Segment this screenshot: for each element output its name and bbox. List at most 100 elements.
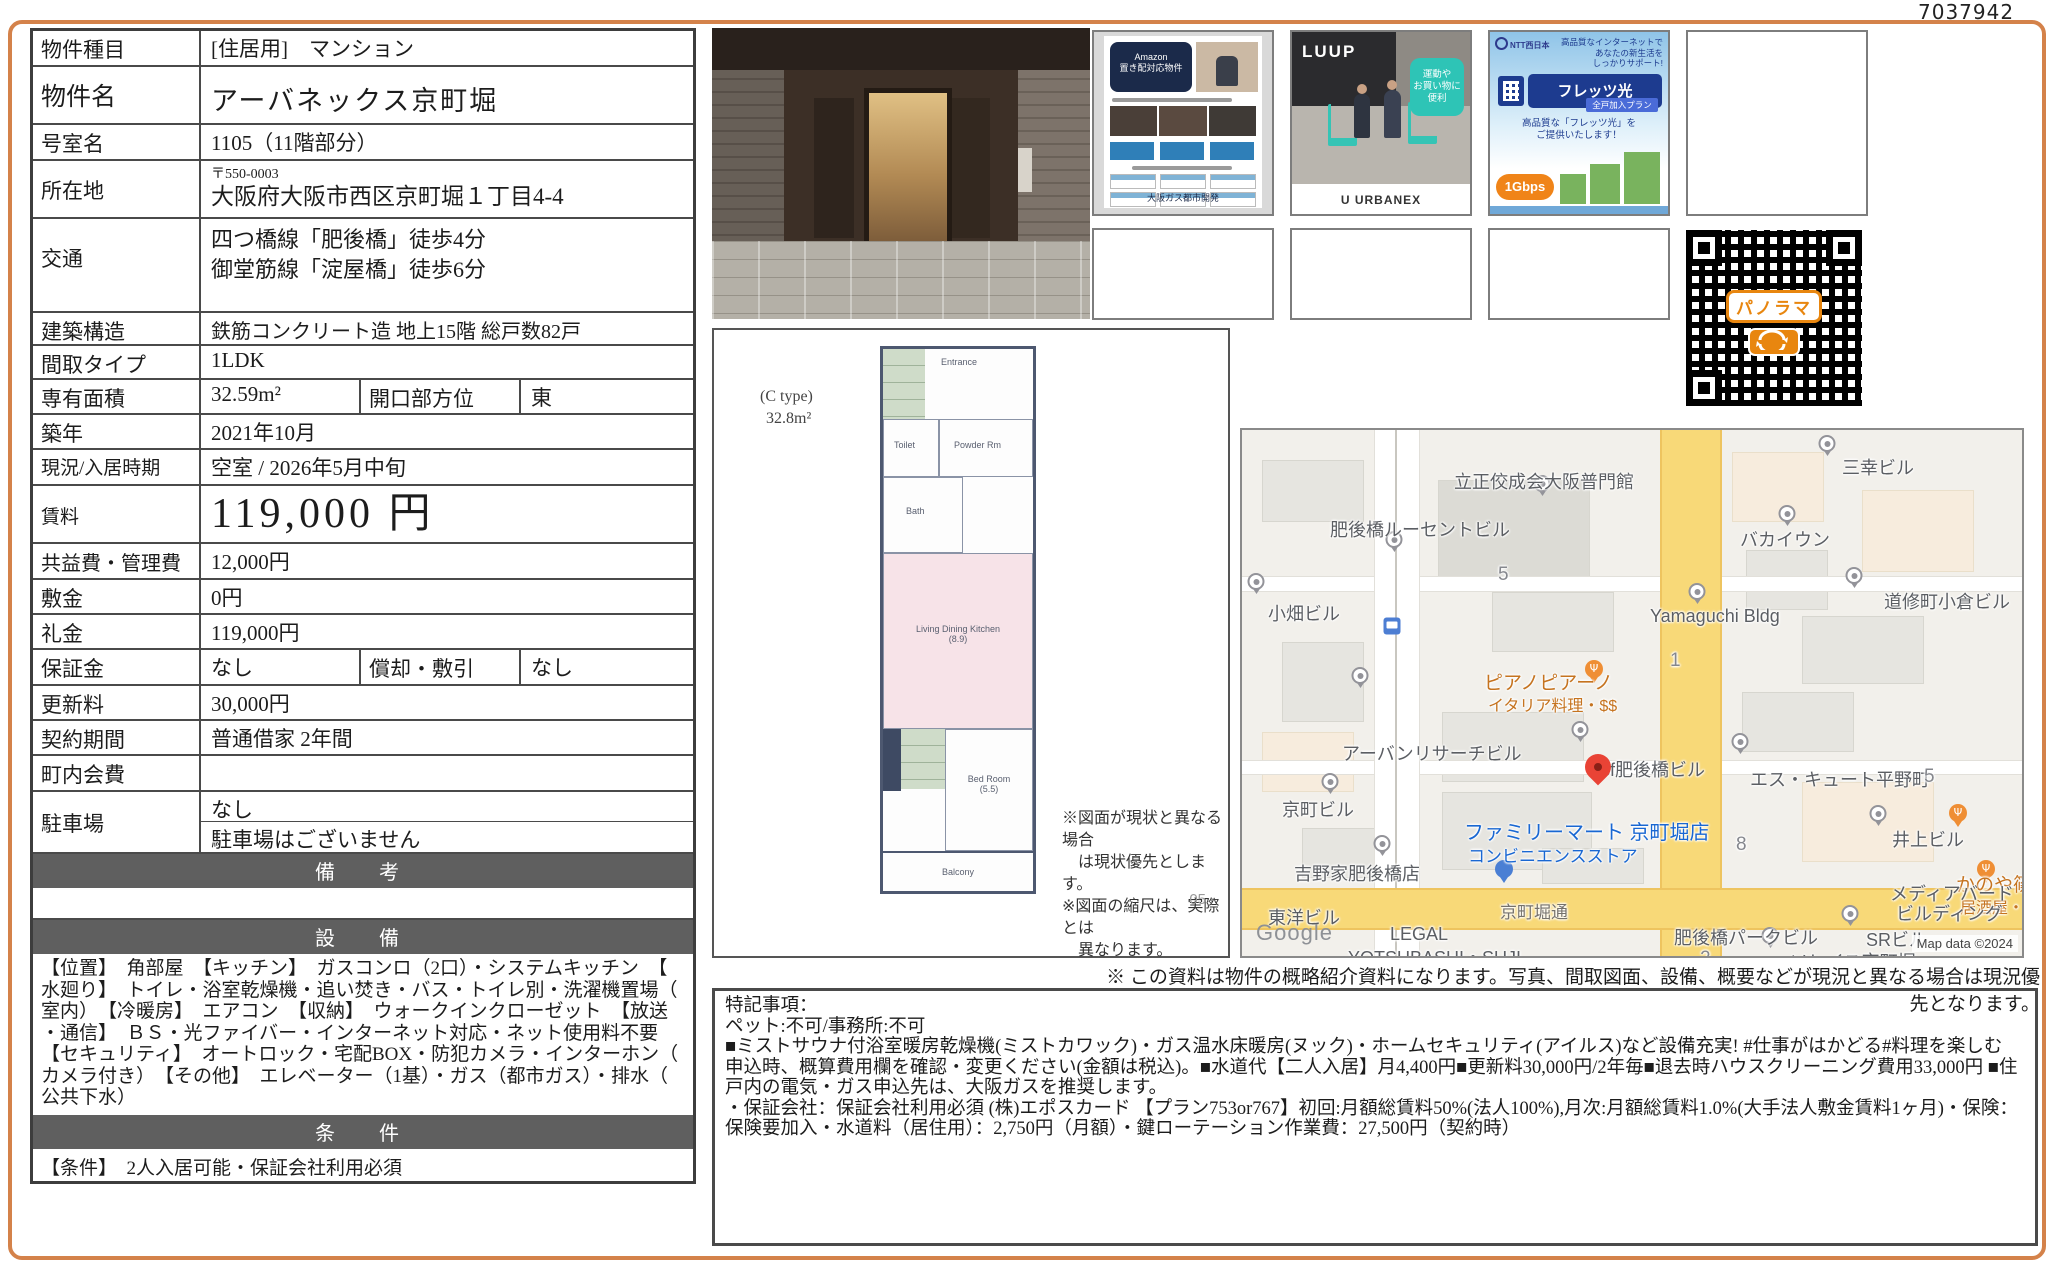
map-copyright: Map data ©2024 <box>1912 935 2018 952</box>
table-row: 間取タイプ 1LDK <box>33 344 693 378</box>
map-label: アーバンリサーチビル <box>1342 740 1522 766</box>
row-value: 1LDK <box>201 346 693 378</box>
row-value: 119,000円 <box>201 615 693 648</box>
row-label: 駐車場 <box>33 792 201 852</box>
row-label: 物件種目 <box>33 31 201 65</box>
table-row: 保証金 なし 償却・敷引 なし <box>33 648 693 684</box>
row-label: 契約期間 <box>33 721 201 754</box>
wall-sign <box>1018 148 1032 192</box>
row-label: 物件名 <box>33 67 201 123</box>
buildings-photo <box>1624 152 1660 204</box>
luup-speech-bubble: 運動や お買い物に 便利 <box>1410 58 1464 116</box>
access-line: 御堂筋線「淀屋橋」徒歩6分 <box>211 255 687 285</box>
map-label: 1 <box>1670 650 1681 672</box>
balcony: Balcony <box>883 851 1033 891</box>
row-value: 12,000円 <box>201 544 693 578</box>
special-notes-box: 特記事項： ペット:不可/事務所:不可 ■ミストサウナ付浴室暖房乾燥機(ミストカ… <box>712 988 2038 1246</box>
person <box>1384 90 1401 138</box>
entrance-photo <box>712 28 1090 319</box>
map-label: ファミリーマート 京町堀店 <box>1464 816 1710 845</box>
map-label: バカイウン <box>1740 526 1830 552</box>
person <box>1354 94 1370 138</box>
row-value: 32.59m² <box>201 380 359 413</box>
floorplan-page-number: 05 <box>1189 891 1206 908</box>
flets-copy: 高品質な「フレッツ光」を ご提供いたします！ <box>1490 118 1668 142</box>
row-label: 交通 <box>33 219 201 311</box>
ntt-logo: NTT西日本 <box>1495 37 1550 51</box>
qr-finder <box>1826 230 1862 266</box>
amazon-flyer-title: Amazon <box>1110 52 1192 63</box>
panorama-label: パノラマ <box>1726 290 1822 323</box>
row-value: 2021年10月 <box>201 415 693 448</box>
photo-placeholder <box>1488 228 1670 320</box>
table-row: 町内会費 <box>33 754 693 790</box>
conditions-header: 条 件 <box>33 1115 693 1149</box>
table-row: 更新料 30,000円 <box>33 684 693 719</box>
row-value: [住居用] マンション <box>201 31 693 65</box>
map-label: 三幸ビル <box>1842 454 1914 480</box>
table-row: 築年 2021年10月 <box>33 413 693 448</box>
map-label: 8 <box>1736 834 1747 856</box>
equipment-header: 設 備 <box>33 918 693 954</box>
qr-finder <box>1686 370 1722 406</box>
map-label: ピアノピアーノ <box>1484 668 1613 695</box>
row-label: 償却・敷引 <box>359 650 521 684</box>
row-label: 賃料 <box>33 486 201 542</box>
speed-badge: 1Gbps <box>1496 174 1554 200</box>
walk-in-closet <box>901 729 945 789</box>
flyer-flets-hikari: NTT西日本 高品質なインターネットで あなたの新生活を しっかりサポート! フ… <box>1488 30 1670 216</box>
row-value: 1105（11階部分） <box>201 125 693 159</box>
property-name: アーバネックス京町堀 <box>201 67 693 123</box>
restaurant-pin-icon: Ψ <box>1949 804 1967 822</box>
table-row: 礼金 119,000円 <box>33 613 693 648</box>
parking-line: なし <box>201 792 693 821</box>
photo-placeholder <box>1092 228 1274 320</box>
flets-headline: 高品質なインターネットで あなたの新生活を しっかりサポート! <box>1561 37 1663 69</box>
flyer-amazon-delivery: Amazon 置き配対応物件 大阪ガス都市開発 <box>1092 30 1274 216</box>
place-pin-icon <box>1322 773 1339 790</box>
luup-logo: LUUP <box>1302 42 1356 62</box>
map-label: ビルディング <box>1896 900 2003 926</box>
map-label: 道修町小倉ビル <box>1884 588 2010 614</box>
google-logo: Google <box>1256 920 1333 946</box>
equipment-text: 【位置】 角部屋 【キッチン】 ガスコンロ（2口）・システムキッチン 【水廻り】… <box>33 954 693 1115</box>
row-value: 鉄筋コンクリート造 地上15階 総戸数82戸 <box>201 313 693 344</box>
address: 大阪府大阪市西区京町堀１丁目4-4 <box>211 183 687 211</box>
table-row: 物件名 アーバネックス京町堀 <box>33 65 693 123</box>
amazon-flyer-footer: 大阪ガス都市開発 <box>1104 191 1262 204</box>
remarks-empty-row <box>33 888 693 918</box>
flyer-luup-mobility: LUUP 運動や お買い物に 便利 U URBANEX <box>1290 30 1472 216</box>
map-label: 小畑ビル <box>1268 600 1340 626</box>
map-label: 井上ビル <box>1892 826 1964 852</box>
row-value: 30,000円 <box>201 686 693 719</box>
map-label: ソレイユ京町堀 <box>1790 948 1916 958</box>
row-label: 更新料 <box>33 686 201 719</box>
shoe-closet <box>883 349 925 419</box>
row-label: 開口部方位 <box>359 380 521 413</box>
urbanex-logo: U URBANEX <box>1292 184 1470 214</box>
property-sheet: 7037942 物件種目 [住居用] マンション 物件名 アーバネックス京町堀 … <box>0 0 2056 1265</box>
row-value: 東 <box>521 380 693 413</box>
map-label: LEGAL <box>1390 924 1448 945</box>
special-notes-body: ペット:不可/事務所:不可 ■ミストサウナ付浴室暖房乾燥機(ミストカワック)・ガ… <box>725 1017 2025 1140</box>
special-notes-title: 特記事項： <box>725 996 2025 1017</box>
row-value: なし <box>521 650 693 684</box>
bath-room: Bath <box>883 477 963 553</box>
table-row: 物件種目 [住居用] マンション <box>33 31 693 65</box>
table-row: 所在地 〒550-0003 大阪府大阪市西区京町堀１丁目4-4 <box>33 159 693 217</box>
place-pin-icon <box>1374 835 1391 852</box>
table-row: 現況/入居時期 空室 / 2026年5月中旬 <box>33 448 693 484</box>
map-label: 肥後橋ルーセントビル <box>1330 516 1510 542</box>
ldk-room: Living Dining Kitchen (8.9) <box>883 553 1033 729</box>
panorama-loop-icon <box>1748 328 1800 356</box>
map-label: 2 <box>1700 948 1711 958</box>
flyer-photo <box>1196 42 1258 92</box>
row-label: 共益費・管理費 <box>33 544 201 578</box>
table-row: 賃料 119,000 円 <box>33 484 693 542</box>
map-label: 5 <box>1924 766 1935 788</box>
location-map: Google Map data ©2024 立正佼成会大阪普門館三幸ビル肥後橋ル… <box>1240 428 2024 958</box>
table-row: 敷金 0円 <box>33 578 693 613</box>
map-label: エス・キュート平野町 <box>1750 766 1930 792</box>
map-canvas: Google Map data ©2024 立正佼成会大阪普門館三幸ビル肥後橋ル… <box>1242 430 2022 956</box>
floorplan-panel: (C type) 32.8m² Entrance Toilet Powder R… <box>712 328 1230 958</box>
